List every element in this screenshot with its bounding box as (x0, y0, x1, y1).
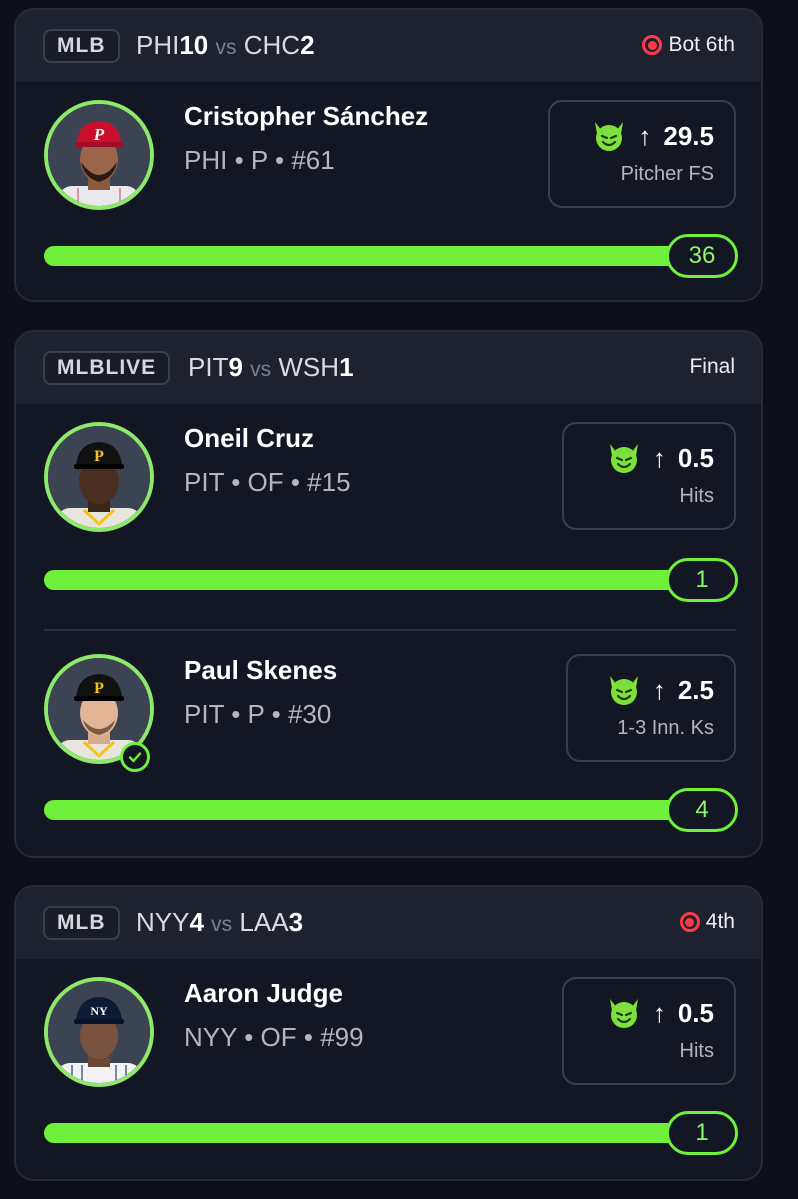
projection-stat: Pitcher FS (620, 163, 714, 185)
player-name: Oneil Cruz (184, 423, 315, 453)
projection-line: ↑ 0.5 (607, 438, 714, 478)
home-team: LAA (239, 907, 289, 937)
away-team: PIT (188, 352, 229, 382)
projection-line: ↑ 29.5 (592, 116, 714, 156)
game-header: MLB NYY4 vs LAA3 4th (16, 887, 761, 959)
game-score: PHI10 vs CHC2 (136, 26, 315, 67)
projection-box[interactable]: ↑ 0.5 Hits (562, 422, 736, 530)
projection-line: ↑ 0.5 (607, 993, 714, 1033)
projection-value: 0.5 (677, 998, 714, 1028)
player-name: Paul Skenes (184, 655, 338, 685)
current-value-badge: 1 (666, 558, 738, 602)
league-badge: MLB (43, 906, 120, 940)
projection-stat: Hits (679, 485, 714, 507)
devil-face-icon (595, 122, 624, 151)
status-text: 4th (705, 910, 735, 933)
arrow-up-icon: ↑ (652, 443, 666, 473)
player-name: Aaron Judge (184, 978, 343, 1008)
player-avatar: NY (44, 977, 154, 1087)
progress-fill (44, 1123, 696, 1143)
projection-box[interactable]: ↑ 0.5 Hits (562, 977, 736, 1085)
current-value-badge: 36 (666, 234, 738, 278)
devil-face-icon (609, 444, 638, 473)
devil-face-icon (609, 676, 638, 705)
svg-text:P: P (94, 680, 104, 697)
status-text: Final (689, 355, 735, 378)
away-team: PHI (136, 30, 180, 60)
arrow-up-icon: ↑ (652, 998, 666, 1028)
progress-bar (44, 800, 696, 820)
row-divider (44, 629, 736, 631)
progress-bar (44, 1123, 696, 1143)
projection-stat: 1-3 Inn. Ks (617, 717, 714, 739)
current-value-badge: 4 (666, 788, 738, 832)
player-info: NYY • OF • #99 (184, 1022, 364, 1052)
game-card[interactable]: MLB PHI10 vs CHC2 Bot 6th P Cristopher S… (14, 8, 763, 302)
player-info: PHI • P • #61 (184, 145, 335, 175)
projection-value: 0.5 (677, 443, 714, 473)
player-name: Cristopher Sánchez (184, 101, 429, 131)
status-text: Bot 6th (668, 33, 735, 56)
pirates-cap-icon: P (48, 426, 150, 528)
player-row[interactable]: P Paul Skenes PIT • P • #30 ↑ 2.5 1-3 In… (16, 636, 761, 848)
away-team: NYY (136, 907, 190, 937)
projection-value: 2.5 (677, 675, 714, 705)
projection-box[interactable]: ↑ 29.5 Pitcher FS (548, 100, 736, 208)
home-score: 2 (300, 30, 315, 60)
progress-fill (44, 800, 696, 820)
game-status: Final (689, 348, 735, 386)
check-circle-icon (120, 742, 150, 772)
league-badge: MLBLIVE (43, 351, 171, 385)
yankees-cap-icon: NY (48, 981, 150, 1083)
game-card[interactable]: MLB NYY4 vs LAA3 4th NY Aaron Judge NYY … (14, 885, 763, 1181)
vs-label: vs (215, 36, 237, 59)
player-row[interactable]: NY Aaron Judge NYY • OF • #99 ↑ 0.5 Hits (16, 959, 761, 1171)
live-indicator-icon (642, 35, 663, 55)
phillies-cap-icon: P (48, 104, 150, 206)
svg-text:NY: NY (90, 1004, 108, 1018)
away-score: 9 (228, 352, 243, 382)
live-indicator-icon (679, 912, 700, 932)
game-status: 4th (679, 903, 735, 941)
projection-value: 29.5 (663, 121, 714, 151)
player-info: PIT • P • #30 (184, 699, 332, 729)
progress-fill (44, 570, 696, 590)
arrow-up-icon: ↑ (638, 121, 652, 151)
progress-bar (44, 570, 696, 590)
projection-box[interactable]: ↑ 2.5 1-3 Inn. Ks (566, 654, 736, 762)
vs-label: vs (211, 913, 233, 936)
progress-bar (44, 246, 696, 266)
player-info: PIT • OF • #15 (184, 467, 351, 497)
svg-text:P: P (93, 125, 105, 144)
player-row[interactable]: P Oneil Cruz PIT • OF • #15 ↑ 0.5 Hits 1 (16, 404, 761, 616)
away-score: 10 (179, 30, 209, 60)
player-avatar: P (44, 422, 154, 532)
home-team: WSH (278, 352, 340, 382)
current-value-badge: 1 (666, 1111, 738, 1155)
projection-stat: Hits (679, 1040, 714, 1062)
arrow-up-icon: ↑ (652, 675, 666, 705)
game-score: PIT9 vs WSH1 (188, 348, 354, 389)
home-score: 1 (339, 352, 354, 382)
svg-text:P: P (94, 448, 104, 465)
game-status: Bot 6th (642, 26, 735, 64)
home-team: CHC (243, 30, 301, 60)
game-card[interactable]: MLBLIVE PIT9 vs WSH1 Final P Oneil Cruz … (14, 330, 763, 858)
away-score: 4 (189, 907, 204, 937)
game-score: NYY4 vs LAA3 (136, 903, 303, 944)
game-header: MLB PHI10 vs CHC2 Bot 6th (16, 10, 761, 82)
projection-line: ↑ 2.5 (607, 670, 714, 710)
progress-fill (44, 246, 696, 266)
home-score: 3 (288, 907, 304, 937)
player-row[interactable]: P Cristopher Sánchez PHI • P • #61 ↑ 29.… (16, 82, 761, 294)
league-badge: MLB (43, 29, 120, 63)
player-avatar: P (44, 100, 154, 210)
vs-label: vs (250, 358, 272, 381)
game-header: MLBLIVE PIT9 vs WSH1 Final (16, 332, 761, 404)
devil-face-icon (609, 999, 638, 1028)
